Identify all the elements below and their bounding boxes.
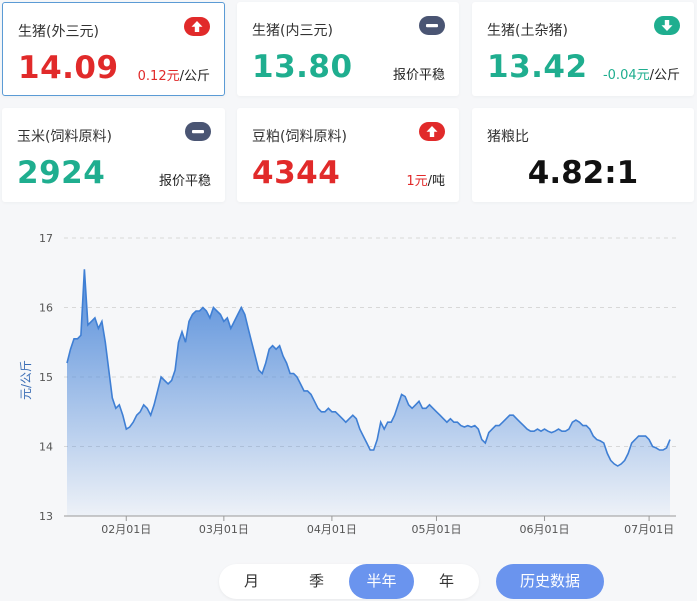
card-price: 13.42 [487, 49, 588, 85]
card-title: 生猪(土杂猪) [487, 23, 568, 39]
card-price: 2924 [17, 155, 106, 191]
price-trend-chart[interactable]: 13 14 15 16 17 元/公斤 02月01日 03月01日 04月01日 05月01日… [0, 222, 697, 542]
y-tick-label: 13 [39, 510, 53, 523]
card-change: -0.04元/公斤 [603, 64, 680, 83]
price-card-pig-native[interactable]: 生猪(土杂猪) 13.42 -0.04元/公斤 [472, 2, 694, 96]
x-tick-label: 06月01日 [520, 523, 570, 536]
x-tick-label: 04月01日 [307, 523, 357, 536]
x-axis-ticks: 02月01日 03月01日 04月01日 05月01日 06月01日 07月01日 [101, 516, 674, 536]
range-quarter-button[interactable]: 季 [284, 564, 349, 599]
y-tick-label: 17 [39, 232, 53, 245]
card-price: 13.80 [252, 49, 353, 85]
y-axis-label: 元/公斤 [19, 360, 33, 400]
up-arrow-icon [419, 122, 445, 141]
change-unit: /公斤 [649, 68, 680, 83]
card-title: 豆粕(饲料原料) [252, 129, 347, 145]
range-month-button[interactable]: 月 [219, 564, 284, 599]
price-card-corn[interactable]: 玉米(饲料原料) 2924 报价平稳 [2, 108, 225, 202]
range-year-button[interactable]: 年 [414, 564, 479, 599]
change-value: 1元 [406, 174, 428, 189]
card-price: 14.09 [18, 50, 119, 86]
y-tick-label: 14 [39, 441, 53, 454]
minus-icon [419, 16, 445, 35]
x-tick-label: 07月01日 [624, 523, 674, 536]
card-change: 0.12元/公斤 [138, 65, 210, 84]
down-arrow-icon [654, 16, 680, 35]
card-change: 报价平稳 [392, 68, 445, 83]
card-title: 玉米(饲料原料) [17, 129, 112, 145]
history-data-button[interactable]: 历史数据 [496, 564, 604, 599]
price-card-pig-grain-ratio[interactable]: 猪粮比 4.82:1 [472, 108, 694, 202]
y-tick-label: 16 [39, 302, 53, 315]
change-value: -0.04元 [602, 68, 650, 83]
card-price: 4344 [252, 155, 341, 191]
card-title: 生猪(内三元) [252, 23, 333, 39]
change-unit: /公斤 [179, 69, 210, 84]
x-tick-label: 05月01日 [411, 523, 461, 536]
card-title: 猪粮比 [487, 129, 529, 145]
card-change: 报价平稳 [158, 174, 211, 189]
range-selector: 月 季 半年 年 [219, 564, 479, 599]
x-tick-label: 02月01日 [101, 523, 151, 536]
card-change: 1元/吨 [406, 170, 445, 189]
up-arrow-icon [184, 17, 210, 36]
y-tick-label: 15 [39, 371, 53, 384]
price-card-pig-outer[interactable]: 生猪(外三元) 14.09 0.12元/公斤 [2, 2, 225, 96]
price-card-soymeal[interactable]: 豆粕(饲料原料) 4344 1元/吨 [237, 108, 459, 202]
x-tick-label: 03月01日 [199, 523, 249, 536]
card-title: 生猪(外三元) [18, 24, 99, 40]
y-axis-ticks: 13 14 15 16 17 [39, 232, 53, 523]
change-value: 0.12元 [137, 69, 180, 84]
range-halfyear-button[interactable]: 半年 [349, 564, 414, 599]
ratio-value: 4.82:1 [527, 155, 639, 191]
minus-icon [185, 122, 211, 141]
change-unit: /吨 [427, 174, 445, 189]
price-card-pig-inner[interactable]: 生猪(内三元) 13.80 报价平稳 [237, 2, 459, 96]
